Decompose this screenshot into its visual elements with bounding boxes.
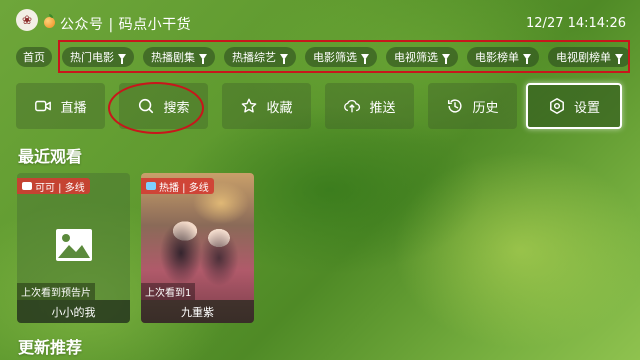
category-label: 电视筛选 [394,51,438,64]
category-chip[interactable]: 电影榜单 [467,47,539,67]
favorites-button[interactable]: 收藏 [222,83,311,129]
badge-label: 可可 | 多线 [35,182,85,194]
source-icon [146,182,156,190]
category-label: 热门电影 [70,51,114,64]
category-chip[interactable]: 电视筛选 [386,47,458,67]
category-label: 热播综艺 [232,51,276,64]
settings-icon [550,98,564,114]
category-label: 电影筛选 [313,51,357,64]
category-chip[interactable]: 电影筛选 [305,47,377,67]
filter-icon [523,54,531,64]
home-tab[interactable]: 首页 [16,47,52,67]
source-badge: 可可 | 多线 [17,178,90,194]
action-label: 直播 [60,100,87,116]
action-label: 推送 [369,100,396,116]
filter-icon [280,54,288,64]
datetime-display: 12/27 14:14:26 [526,16,626,31]
filter-icon [615,54,623,64]
category-chip[interactable]: 热门电影 [62,47,134,67]
card-title: 九重紫 [141,300,254,323]
category-label: 电影榜单 [475,51,519,64]
orange-icon [44,14,55,28]
top-bar: ❀ 公众号 | 码点小干货 12/27 14:14:26 [0,0,640,40]
filter-icon [118,54,126,64]
filter-icon [199,54,207,64]
recent-item-card[interactable]: 可可 | 多线 上次看到预告片 小小的我 [17,173,130,323]
action-label: 历史 [472,100,499,116]
history-icon [448,99,463,113]
filter-icon [361,54,369,64]
action-label: 设置 [573,100,600,116]
search-highlight-ellipse [108,82,204,134]
category-label: 电视剧榜单 [556,51,611,64]
category-filter-list: 热门电影 热播剧集 热播综艺 电影筛选 电视筛选 电影榜单 电视剧榜单 [62,47,628,69]
app-title: 公众号 | 码点小干货 [60,17,192,33]
settings-button[interactable]: 设置 [526,83,622,129]
recommend-section-title: 更新推荐 [18,338,83,357]
source-badge: 热播 | 多线 [141,178,214,194]
live-camera-icon [35,100,52,112]
badge-label: 热播 | 多线 [159,182,209,194]
action-label: 收藏 [266,100,293,116]
image-placeholder-icon [56,229,92,261]
live-button[interactable]: 直播 [16,83,105,129]
cloud-upload-icon [344,99,361,113]
watch-progress: 上次看到1 [141,283,196,300]
category-chip[interactable]: 热播剧集 [143,47,215,67]
history-button[interactable]: 历史 [428,83,517,129]
category-chip[interactable]: 电视剧榜单 [548,47,628,67]
watch-progress: 上次看到预告片 [17,283,95,300]
category-chip[interactable]: 热播综艺 [224,47,296,67]
filter-icon [442,54,450,64]
source-icon [22,182,32,190]
recent-section-title: 最近观看 [18,147,83,166]
push-button[interactable]: 推送 [325,83,414,129]
card-title: 小小的我 [17,300,130,323]
recent-item-card[interactable]: 热播 | 多线 上次看到1 九重紫 [141,173,254,323]
category-label: 热播剧集 [151,51,195,64]
star-icon [242,98,257,113]
app-logo: ❀ [16,9,38,31]
